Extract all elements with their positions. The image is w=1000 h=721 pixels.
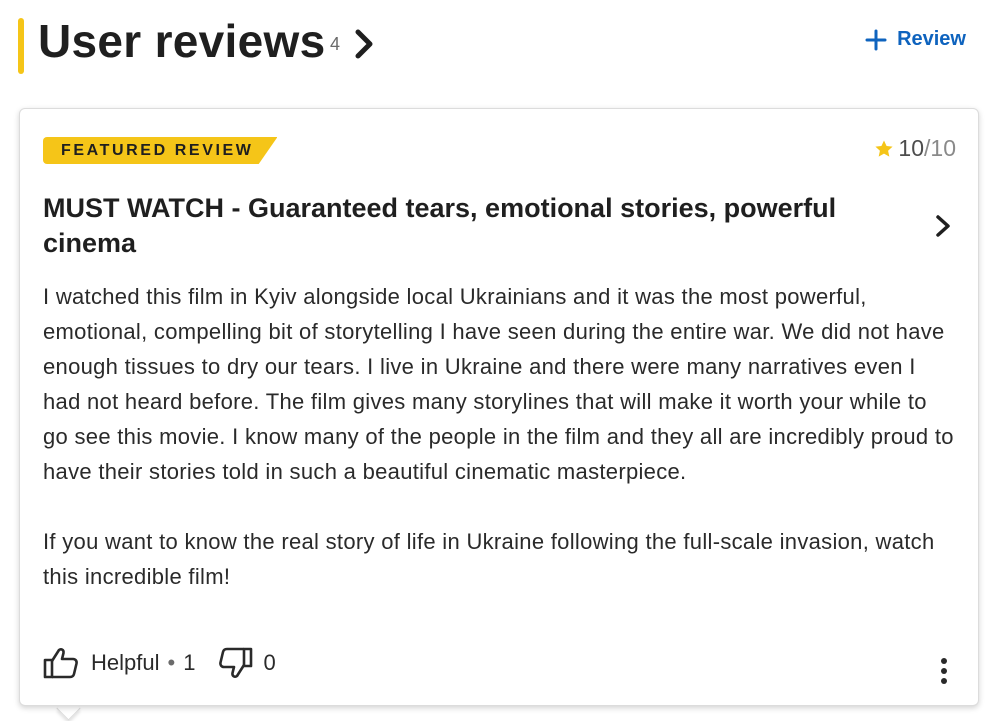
chevron-right-icon[interactable] [350, 24, 378, 64]
review-paragraph: I watched this film in Kyiv alongside lo… [43, 284, 954, 484]
review-body: I watched this film in Kyiv alongside lo… [43, 279, 958, 594]
thumbs-down-icon [219, 647, 253, 678]
star-icon [875, 140, 894, 157]
helpful-label: Helpful [91, 650, 160, 675]
helpful-count: 1 [183, 650, 196, 675]
review-title[interactable]: MUST WATCH - Guaranteed tears, emotional… [43, 191, 903, 261]
plus-icon [865, 29, 887, 50]
review-rating: 10/10 [874, 135, 956, 162]
review-actions: Helpful • 1 0 [43, 647, 276, 679]
helpful-button[interactable]: Helpful • 1 [43, 647, 195, 679]
more-vertical-icon[interactable] [932, 655, 956, 687]
not-helpful-count: 0 [263, 650, 276, 675]
section-accent-bar [18, 18, 24, 74]
reviews-header: User reviews 4 Review [0, 0, 1000, 90]
thumbs-up-icon [43, 648, 78, 679]
rating-max: /10 [924, 135, 956, 161]
featured-review-card: FEATURED REVIEW 10/10 MUST WATCH - Guara… [19, 108, 979, 706]
separator-dot: • [167, 650, 176, 675]
add-review-button[interactable]: Review [865, 28, 966, 51]
review-paragraph: If you want to know the real story of li… [43, 529, 935, 589]
reviews-count: 4 [330, 34, 341, 54]
section-title[interactable]: User reviews [38, 14, 325, 68]
chevron-right-icon[interactable] [930, 211, 956, 241]
not-helpful-button[interactable]: 0 [219, 647, 276, 679]
featured-review-badge: FEATURED REVIEW [43, 137, 278, 164]
add-review-label: Review [897, 28, 966, 50]
rating-score: 10 [898, 135, 925, 161]
